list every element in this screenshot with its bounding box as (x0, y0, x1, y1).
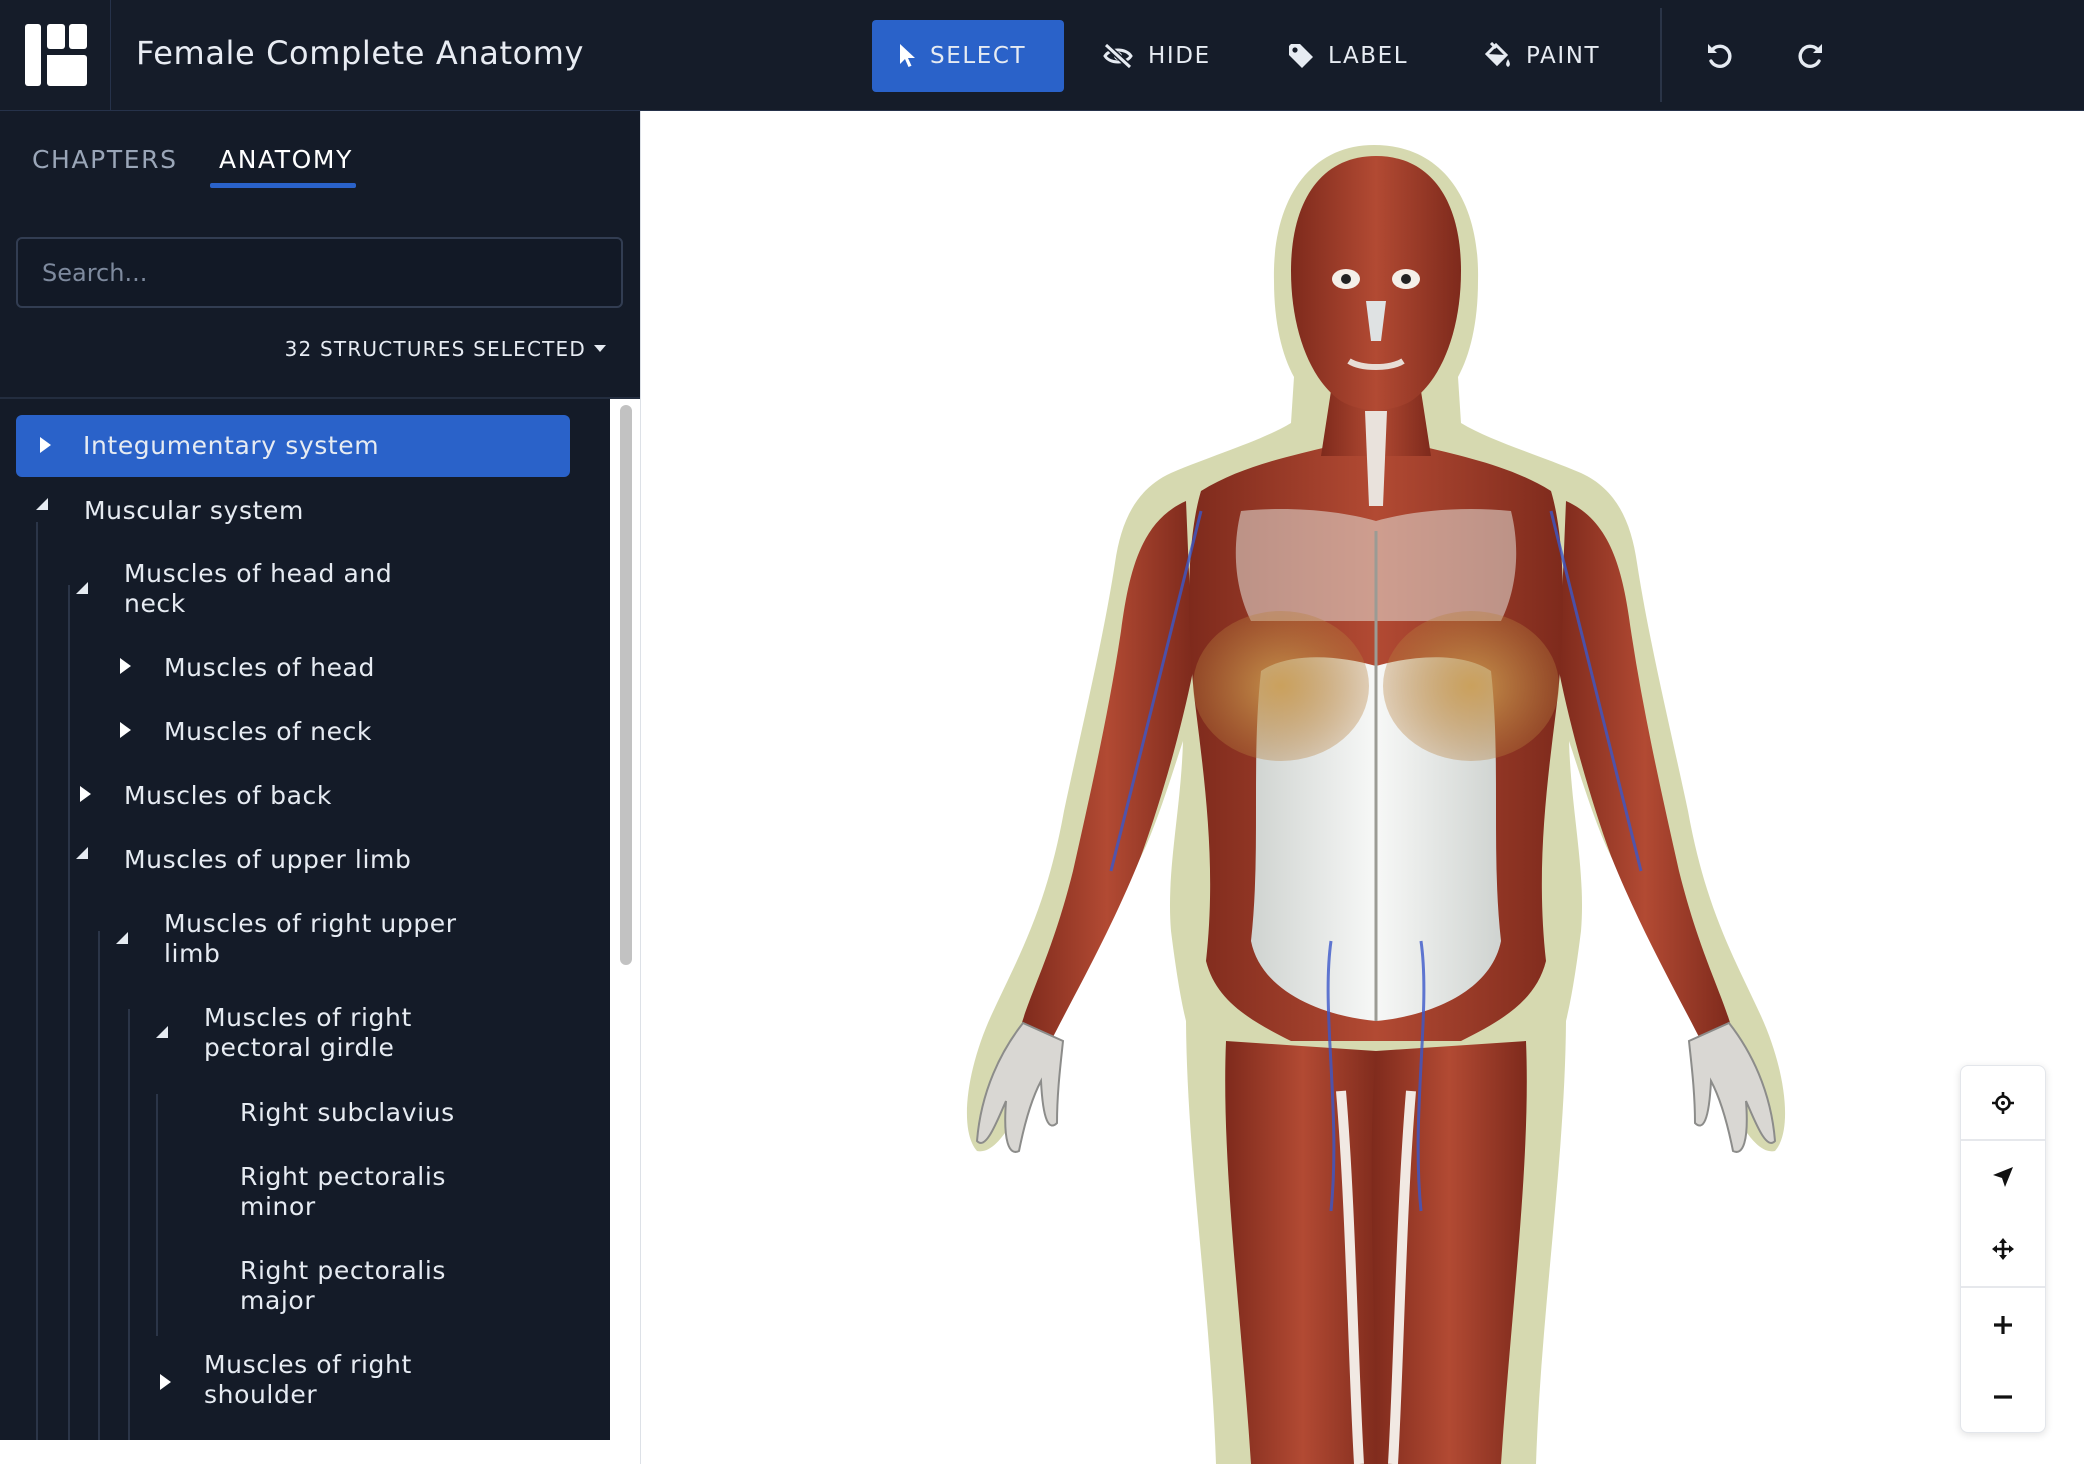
sidebar-bottom-strip (0, 1440, 640, 1464)
tree-item-right-subclavius[interactable]: Right subclavius (0, 1096, 600, 1136)
caret-down-icon (156, 1026, 168, 1038)
cursor-icon (900, 44, 915, 67)
selection-summary-label: 32 STRUCTURES SELECTED (284, 337, 586, 361)
hide-tool-button[interactable]: HIDE (1076, 20, 1237, 92)
viewport-controls (1960, 1065, 2046, 1433)
3d-viewport[interactable] (640, 111, 2084, 1465)
anatomy-model-image (966, 145, 1786, 1465)
tab-anatomy[interactable]: ANATOMY (219, 145, 353, 174)
caret-down-icon (36, 498, 48, 510)
tree-item-label: Muscles of neck (164, 717, 372, 746)
tree-item-right-pectoralis-major[interactable]: Right pectoralis major (0, 1256, 600, 1320)
label-tool-button[interactable]: LABEL (1262, 20, 1434, 92)
hide-tool-label: HIDE (1148, 43, 1211, 69)
caret-down-icon (116, 932, 128, 944)
tree-item-muscles-right-upper-limb[interactable]: Muscles of right upper limb (0, 909, 600, 973)
paint-bucket-icon (1484, 42, 1510, 67)
tree-item-label: Right subclavius (240, 1098, 455, 1127)
control-separator (1961, 1286, 2045, 1288)
paint-tool-button[interactable]: PAINT (1456, 20, 1626, 92)
caret-right-icon (40, 437, 51, 453)
tree-item-right-pectoralis-minor[interactable]: Right pectoralis minor (0, 1162, 600, 1226)
recenter-button[interactable] (1961, 1068, 2045, 1138)
tree-item-label: Right pectoralis major (240, 1256, 446, 1315)
tree-item-muscles-right-pectoral-girdle[interactable]: Muscles of right pectoral girdle (0, 1003, 600, 1067)
caret-down-icon (76, 582, 88, 594)
control-separator (1961, 1139, 2045, 1141)
navigate-button[interactable] (1961, 1142, 2045, 1212)
tree-item-label: Muscles of head and neck (124, 559, 393, 618)
undo-button[interactable] (1694, 30, 1746, 82)
tree-item-muscles-head-neck[interactable]: Muscles of head and neck (0, 559, 600, 623)
paint-tool-label: PAINT (1526, 43, 1601, 69)
caret-right-icon (120, 722, 131, 738)
tree-item-label: Muscular system (84, 496, 304, 525)
app-title: Female Complete Anatomy (136, 34, 585, 72)
caret-right-icon (80, 786, 91, 802)
tree-item-muscles-back[interactable]: Muscles of back (0, 779, 600, 819)
tree-item-muscular-system[interactable]: Muscular system (0, 494, 600, 534)
chevron-down-icon (594, 345, 606, 352)
toolbar-divider (1660, 8, 1662, 102)
tree-item-label: Muscles of upper limb (124, 845, 412, 874)
tree-item-muscles-upper-limb[interactable]: Muscles of upper limb (0, 843, 600, 883)
tab-chapters[interactable]: CHAPTERS (32, 145, 178, 174)
zoom-out-button[interactable] (1961, 1362, 2045, 1432)
tree-item-label: Integumentary system (83, 431, 380, 460)
tree-item-label: Muscles of head (164, 653, 375, 682)
logo-icon (25, 24, 87, 86)
tree-item-integumentary-system[interactable]: Integumentary system (16, 415, 570, 477)
move-icon (1992, 1238, 2014, 1260)
pan-button[interactable] (1961, 1214, 2045, 1284)
selection-summary-dropdown[interactable]: 32 STRUCTURES SELECTED (285, 337, 606, 361)
zoom-in-icon (1994, 1316, 2012, 1334)
caret-right-icon (160, 1374, 171, 1390)
eye-slash-icon (1103, 43, 1133, 69)
undo-icon (1708, 44, 1732, 68)
anatomy-tree: Integumentary system Muscular system Mus… (0, 399, 610, 1440)
sidebar: CHAPTERS ANATOMY 32 STRUCTURES SELECTED … (0, 111, 640, 1440)
label-tool-label: LABEL (1328, 43, 1409, 69)
navigate-icon (1993, 1167, 2013, 1187)
tag-icon (1289, 44, 1313, 68)
tree-item-label: Muscles of right upper limb (164, 909, 457, 968)
caret-down-icon (76, 847, 88, 859)
tree-item-muscles-right-shoulder[interactable]: Muscles of right shoulder (0, 1350, 600, 1414)
app-logo[interactable] (0, 0, 111, 111)
target-icon (1992, 1092, 2014, 1114)
search-input[interactable] (16, 237, 623, 308)
redo-icon (1798, 44, 1822, 68)
tree-item-label: Muscles of right pectoral girdle (204, 1003, 412, 1062)
select-tool-button[interactable]: SELECT (872, 20, 1064, 92)
select-tool-label: SELECT (930, 43, 1027, 69)
zoom-out-icon (1994, 1395, 2012, 1399)
tree-item-muscles-neck[interactable]: Muscles of neck (0, 715, 600, 755)
tree-item-label: Muscles of back (124, 781, 332, 810)
top-toolbar: Female Complete Anatomy SELECT HIDE LABE… (0, 0, 2084, 111)
caret-right-icon (120, 658, 131, 674)
active-tab-indicator (210, 183, 356, 188)
zoom-in-button[interactable] (1961, 1290, 2045, 1360)
tree-scrollbar-thumb[interactable] (620, 405, 632, 965)
redo-button[interactable] (1784, 30, 1836, 82)
tree-item-label: Right pectoralis minor (240, 1162, 446, 1221)
tree-item-muscles-head[interactable]: Muscles of head (0, 651, 600, 691)
tree-item-label: Muscles of right shoulder (204, 1350, 412, 1409)
